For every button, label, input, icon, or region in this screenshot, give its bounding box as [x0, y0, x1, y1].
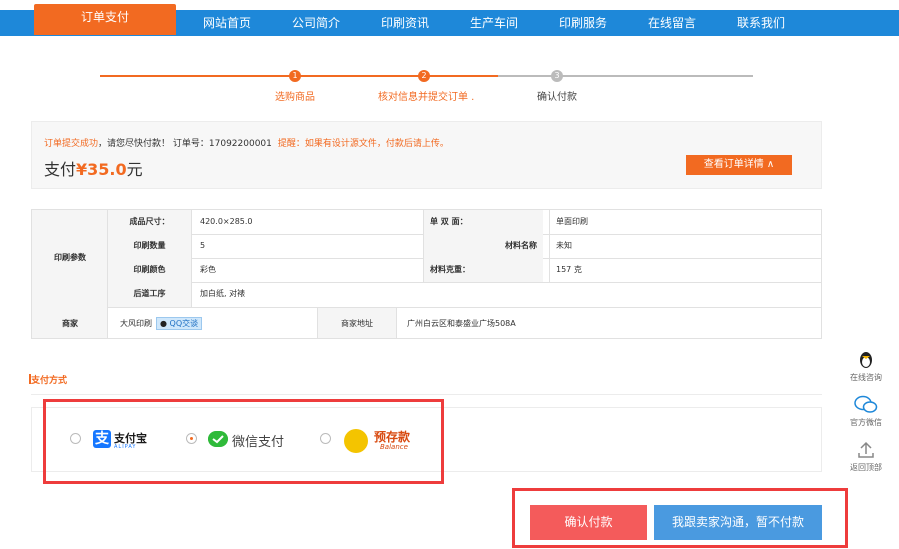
contact-seller-button[interactable]: 我跟卖家沟通，暂不付款: [654, 505, 822, 540]
param-label: 单 双 面：: [423, 210, 543, 234]
wechat-pay-icon: [208, 431, 228, 447]
nav-item-about[interactable]: 公司简介: [292, 10, 340, 36]
param-value: 单面印刷: [549, 210, 588, 234]
param-value: 157 克: [549, 258, 582, 282]
param-value: 彩色: [200, 265, 216, 274]
nav-item-services[interactable]: 印刷服务: [559, 10, 607, 36]
step-label-1: 选购商品: [275, 92, 315, 103]
view-order-details-button[interactable]: 查看订单详情 ∧: [686, 155, 792, 175]
balance-option[interactable]: 预存款 Balance: [344, 425, 412, 455]
qq-chat-button[interactable]: ● QQ交谈: [156, 317, 203, 330]
param-label: 印刷数量: [108, 234, 192, 258]
side-online-label: 在线咨询: [850, 373, 882, 382]
param-label: 成品尺寸：: [108, 210, 192, 234]
param-label: 材料克重：: [423, 258, 543, 282]
merchant-info: 大风印刷 ● QQ交谈: [120, 312, 203, 336]
merchant-name: 大风印刷: [120, 319, 152, 328]
side-official-wechat[interactable]: 官方微信: [843, 395, 889, 428]
nav-item-news[interactable]: 印刷资讯: [381, 10, 429, 36]
table-row: 后道工序 加白纸, 对裱: [108, 282, 822, 308]
nav-item-message[interactable]: 在线留言: [648, 10, 696, 36]
step-dot-1: 1: [289, 70, 301, 82]
pay-amount: 支付¥35.0元: [44, 156, 143, 180]
param-value: 加白纸, 对裱: [200, 289, 246, 298]
order-number: 17092200001: [208, 139, 272, 149]
address-label: 商家地址: [341, 319, 373, 328]
wechat-icon: [854, 395, 878, 413]
step-line-pending: [498, 75, 753, 77]
pay-prompt: ，请您尽快付款！ 订单号：: [98, 139, 209, 149]
payment-method-title: 支付方式: [28, 373, 67, 386]
param-value: 5: [200, 241, 206, 250]
back-to-top-icon: [858, 441, 874, 458]
param-label: 材料名称: [423, 234, 543, 258]
merchant-row: 商家 大风印刷 ● QQ交谈 商家地址 广州白云区和泰盛业广场508A: [32, 308, 822, 339]
param-label: 后道工序: [108, 282, 192, 307]
step-dot-2: 2: [418, 70, 430, 82]
step-dot-3: 3: [551, 70, 563, 82]
param-label: 印刷颜色: [108, 258, 192, 282]
radio-wechat[interactable]: [186, 433, 197, 444]
wechat-pay-label: 微信支付: [232, 435, 285, 450]
balance-sublabel: Balance: [380, 443, 408, 451]
order-message: 订单提交成功，请您尽快付款！ 订单号：17092200001 提醒：如果有设计源文…: [44, 136, 449, 149]
side-back-to-top[interactable]: 返回顶部: [843, 440, 889, 473]
order-summary-box: 订单提交成功，请您尽快付款！ 订单号：17092200001 提醒：如果有设计源文…: [31, 121, 822, 189]
param-value: 420.0×285.0: [200, 217, 253, 226]
order-success-text: 订单提交成功: [44, 139, 99, 149]
confirm-payment-button[interactable]: 确认付款: [530, 505, 647, 540]
pay-label: 支付: [44, 160, 77, 179]
radio-alipay[interactable]: [70, 433, 81, 444]
table-row: 印刷颜色 彩色 材料克重： 157 克: [108, 258, 822, 283]
upload-tip: 提醒：如果有设计源文件，付款后请上传。: [277, 139, 449, 149]
table-row: 成品尺寸： 420.0×285.0 单 双 面： 单面印刷: [108, 210, 822, 235]
pay-price: ¥35.0: [76, 160, 127, 179]
alipay-option[interactable]: 支 支付宝 ALIPAY: [93, 430, 147, 452]
nav-item-home[interactable]: 网站首页: [203, 10, 251, 36]
radio-balance[interactable]: [320, 433, 331, 444]
merchant-label: 商家: [62, 319, 78, 328]
print-params-table: 印刷参数 成品尺寸： 420.0×285.0 单 双 面： 单面印刷 印刷数量 …: [31, 209, 822, 339]
divider: [31, 394, 822, 395]
params-section-label: 印刷参数: [54, 253, 86, 262]
nav-item-workshop[interactable]: 生产车间: [470, 10, 518, 36]
nav-tab-order-payment[interactable]: 订单支付: [34, 4, 176, 35]
alipay-icon: 支: [93, 430, 111, 448]
pay-unit: 元: [126, 160, 143, 179]
side-wechat-label: 官方微信: [850, 418, 882, 427]
table-row: 印刷数量 5 材料名称 未知: [108, 234, 822, 259]
param-value: 未知: [549, 234, 572, 258]
step-label-3: 确认付款: [537, 92, 577, 103]
nav-item-contact[interactable]: 联系我们: [737, 10, 785, 36]
side-online-consult[interactable]: 在线咨询: [843, 350, 889, 383]
qq-penguin-icon: [860, 352, 872, 368]
qq-icon: ●: [160, 319, 167, 328]
qq-chat-label: QQ交谈: [169, 319, 199, 328]
step-label-2: 核对信息并提交订单 .: [378, 92, 475, 103]
coin-icon: [344, 429, 368, 453]
alipay-sublabel: ALIPAY: [114, 444, 137, 450]
side-top-label: 返回顶部: [850, 463, 882, 472]
merchant-address: 广州白云区和泰盛业广场508A: [407, 319, 516, 328]
params-section-cell: 印刷参数: [32, 210, 108, 308]
